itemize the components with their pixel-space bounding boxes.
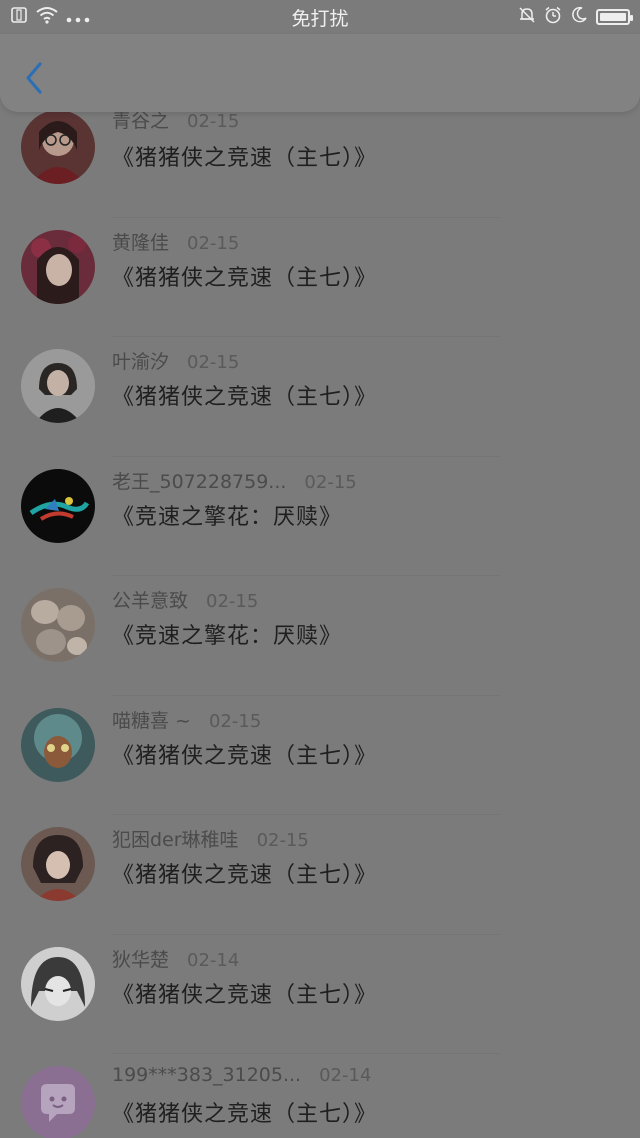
user-name[interactable]: 狄华楚 xyxy=(112,945,169,972)
work-title[interactable]: 《竞速之擎花：厌赎》 xyxy=(112,499,342,531)
avatar[interactable] xyxy=(21,229,95,304)
meta-line: 犯困der琳稚哇 02-15 xyxy=(112,825,309,852)
list-item[interactable]: 公羊意致 02-15 《竞速之擎花：厌赎》 xyxy=(0,576,640,696)
user-name[interactable]: 老王_507228759... xyxy=(112,467,286,494)
chevron-left-icon xyxy=(24,61,44,99)
post-date: 02-14 xyxy=(319,1065,372,1086)
list-item[interactable]: 青谷之 02-15 《猪猪侠之竞速（主七）》 xyxy=(0,98,640,218)
user-name[interactable]: 喵糖喜 ~ xyxy=(112,706,191,733)
status-bar: 免打扰 xyxy=(0,0,640,34)
post-date: 02-15 xyxy=(208,710,262,732)
user-name[interactable]: 黄隆佳 xyxy=(112,228,169,255)
work-title[interactable]: 《竞速之擎花：厌赎》 xyxy=(112,618,342,650)
status-center-text: 免打扰 xyxy=(291,7,349,30)
list-item[interactable]: 老王_507228759... 02-15 《竞速之擎花：厌赎》 xyxy=(0,457,640,576)
header xyxy=(0,34,640,112)
work-title[interactable]: 《猪猪侠之竞速（主七）》 xyxy=(112,260,377,292)
user-name[interactable]: 叶渝汐 xyxy=(112,347,169,374)
list-item[interactable]: 犯困der琳稚哇 02-15 《猪猪侠之竞速（主七）》 xyxy=(0,815,640,935)
post-date: 02-15 xyxy=(304,471,357,493)
meta-line: 公羊意致 02-15 xyxy=(112,586,258,613)
work-title[interactable]: 《猪猪侠之竞速（主七）》 xyxy=(112,977,377,1009)
wifi-icon xyxy=(36,6,58,28)
comment-list: 青谷之 02-15 《猪猪侠之竞速（主七）》 黄隆佳 02-15 《猪猪侠之竞速（主七）》… xyxy=(0,100,640,1138)
meta-line: 老王_507228759... 02-15 xyxy=(112,467,357,494)
list-item[interactable]: 叶渝汐 02-15 《猪猪侠之竞速（主七）》 xyxy=(0,337,640,457)
list-item[interactable]: 狄华楚 02-14 《猪猪侠之竞速（主七）》 xyxy=(0,935,640,1054)
avatar[interactable] xyxy=(21,1066,95,1138)
meta-line: 狄华楚 02-14 xyxy=(112,945,239,972)
work-title[interactable]: 《猪猪侠之竞速（主七）》 xyxy=(112,738,377,770)
meta-line: 199***383_31205... 02-14 xyxy=(112,1064,371,1086)
screen: 免打扰 青谷之 02-15 《猪猪侠之竞速（主七）》 黄隆佳 02-15 《猪猪侠之竞速（… xyxy=(0,0,640,1138)
back-button[interactable] xyxy=(18,60,50,100)
user-name[interactable]: 199***383_31205... xyxy=(112,1064,301,1086)
list-item[interactable]: 喵糖喜 ~ 02-15 《猪猪侠之竞速（主七）》 xyxy=(0,696,640,815)
avatar[interactable] xyxy=(21,110,95,184)
work-title[interactable]: 《猪猪侠之竞速（主七）》 xyxy=(112,140,377,172)
work-title[interactable]: 《猪猪侠之竞速（主七）》 xyxy=(112,379,377,411)
work-title[interactable]: 《猪猪侠之竞速（主七）》 xyxy=(112,857,377,889)
mute-bell-icon xyxy=(518,6,536,28)
post-date: 02-15 xyxy=(206,591,259,612)
avatar[interactable] xyxy=(21,827,95,901)
post-date: 02-15 xyxy=(187,111,240,132)
status-left xyxy=(10,6,150,28)
work-title[interactable]: 《猪猪侠之竞速（主七）》 xyxy=(112,1096,377,1128)
post-date: 02-15 xyxy=(187,352,240,373)
meta-line: 黄隆佳 02-15 xyxy=(112,228,239,255)
avatar[interactable] xyxy=(21,468,95,543)
meta-line: 叶渝汐 02-15 xyxy=(112,347,239,374)
alarm-icon xyxy=(544,6,562,28)
avatar[interactable] xyxy=(21,588,95,662)
post-date: 02-15 xyxy=(256,830,309,851)
meta-line: 喵糖喜 ~ 02-15 xyxy=(112,706,261,733)
avatar[interactable] xyxy=(21,707,95,782)
battery-icon xyxy=(595,9,633,25)
moon-icon xyxy=(570,6,588,28)
sim-icon xyxy=(10,6,28,28)
user-name[interactable]: 犯困der琳稚哇 xyxy=(112,825,239,852)
list-item[interactable]: 黄隆佳 02-15 《猪猪侠之竞速（主七）》 xyxy=(0,218,640,337)
post-date: 02-14 xyxy=(187,949,240,971)
user-name[interactable]: 公羊意致 xyxy=(112,586,188,613)
more-dots-icon xyxy=(66,8,90,27)
avatar[interactable] xyxy=(21,349,95,423)
avatar[interactable] xyxy=(21,946,95,1021)
post-date: 02-15 xyxy=(187,232,240,254)
battery-fill xyxy=(599,13,626,21)
status-right xyxy=(490,6,633,28)
list-item[interactable]: 199***383_31205... 02-14 《猪猪侠之竞速（主七）》 xyxy=(0,1054,640,1138)
